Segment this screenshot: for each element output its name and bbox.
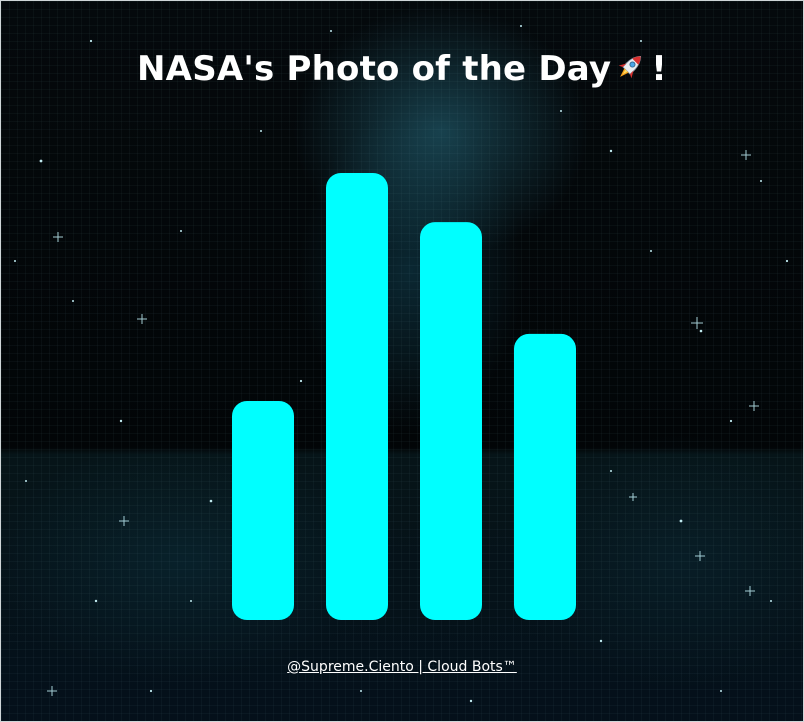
chart-bar-3 <box>420 222 482 621</box>
chart-bar-1 <box>232 400 294 620</box>
chart-bar-2 <box>326 173 388 620</box>
bar-chart <box>232 173 576 621</box>
page-frame: NASA's Photo of the Day ! @Supreme.Cient… <box>0 0 804 722</box>
footer-credit: @Supreme.Ciento | Cloud Bots™ <box>1 659 803 675</box>
chart-bar-4 <box>514 333 576 620</box>
credit-link[interactable]: @Supreme.Ciento | Cloud Bots™ <box>287 659 517 675</box>
